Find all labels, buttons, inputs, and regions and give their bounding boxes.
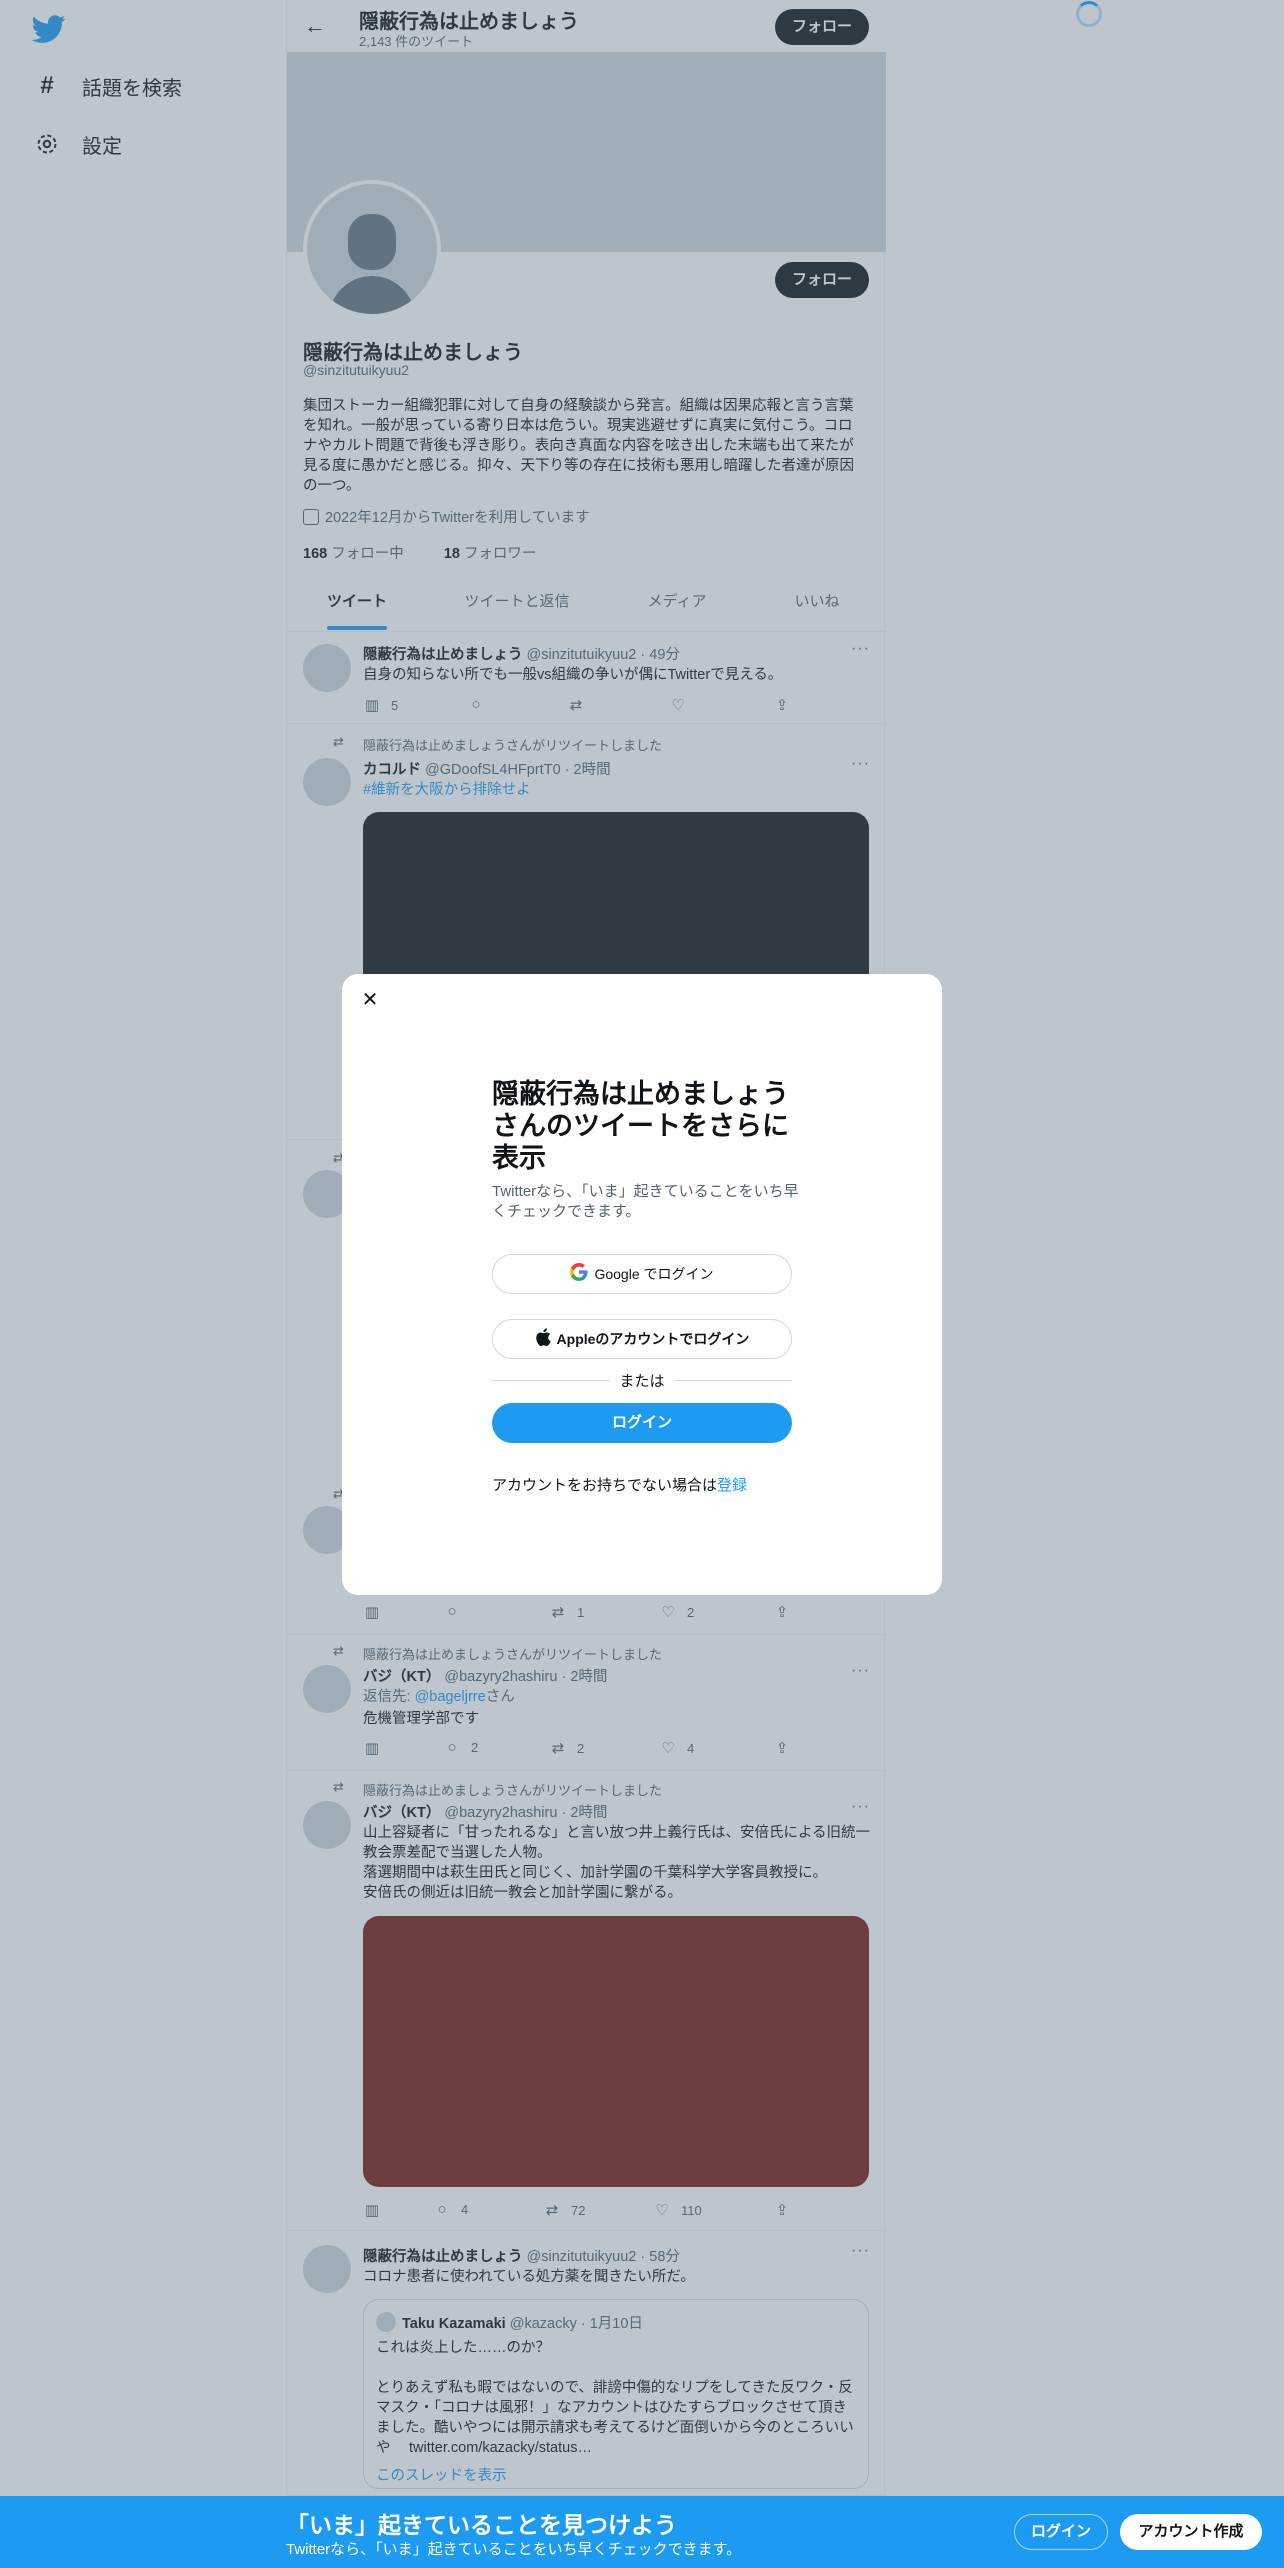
or-divider: または xyxy=(492,1370,792,1390)
close-icon[interactable]: ✕ xyxy=(356,986,384,1014)
signup-prompt: アカウントをお持ちでない場合は登録 xyxy=(492,1474,747,1495)
modal-title: 隠蔽行為は止めましょうさんのツイートをさらに表示 xyxy=(492,1079,789,1173)
login-modal: ✕ 隠蔽行為は止めましょうさんのツイートをさらに表示 Twitterなら、「いま… xyxy=(342,974,942,1595)
apple-icon xyxy=(535,1327,551,1351)
login-button[interactable]: ログイン xyxy=(492,1403,792,1443)
bottom-login-button[interactable]: ログイン xyxy=(1014,2514,1108,2550)
apple-login-label: Appleのアカウントでログイン xyxy=(556,1331,750,1347)
modal-subtitle: Twitterなら、「いま」起きていることをいち早くチェックできます。 xyxy=(492,1183,799,1220)
signup-link[interactable]: 登録 xyxy=(717,1477,747,1494)
bottom-signup-button[interactable]: アカウント作成 xyxy=(1120,2514,1262,2550)
google-icon xyxy=(570,1262,589,1286)
signup-prompt-text: アカウントをお持ちでない場合は xyxy=(492,1477,718,1494)
or-label: または xyxy=(619,1373,665,1390)
bottom-bar-subtitle: Twitterなら、「いま」起きていることをいち早くチェックできます。 xyxy=(286,2541,742,2558)
google-login-label: Google でログイン xyxy=(594,1266,714,1282)
apple-login-button[interactable]: Appleのアカウントでログイン xyxy=(492,1319,792,1359)
google-login-button[interactable]: Google でログイン xyxy=(492,1254,792,1294)
bottom-bar-title: 「いま」起きていることを見つけよう xyxy=(286,2512,677,2538)
bottom-signup-bar: 「いま」起きていることを見つけよう Twitterなら、「いま」起きていることを… xyxy=(0,2496,1284,2568)
